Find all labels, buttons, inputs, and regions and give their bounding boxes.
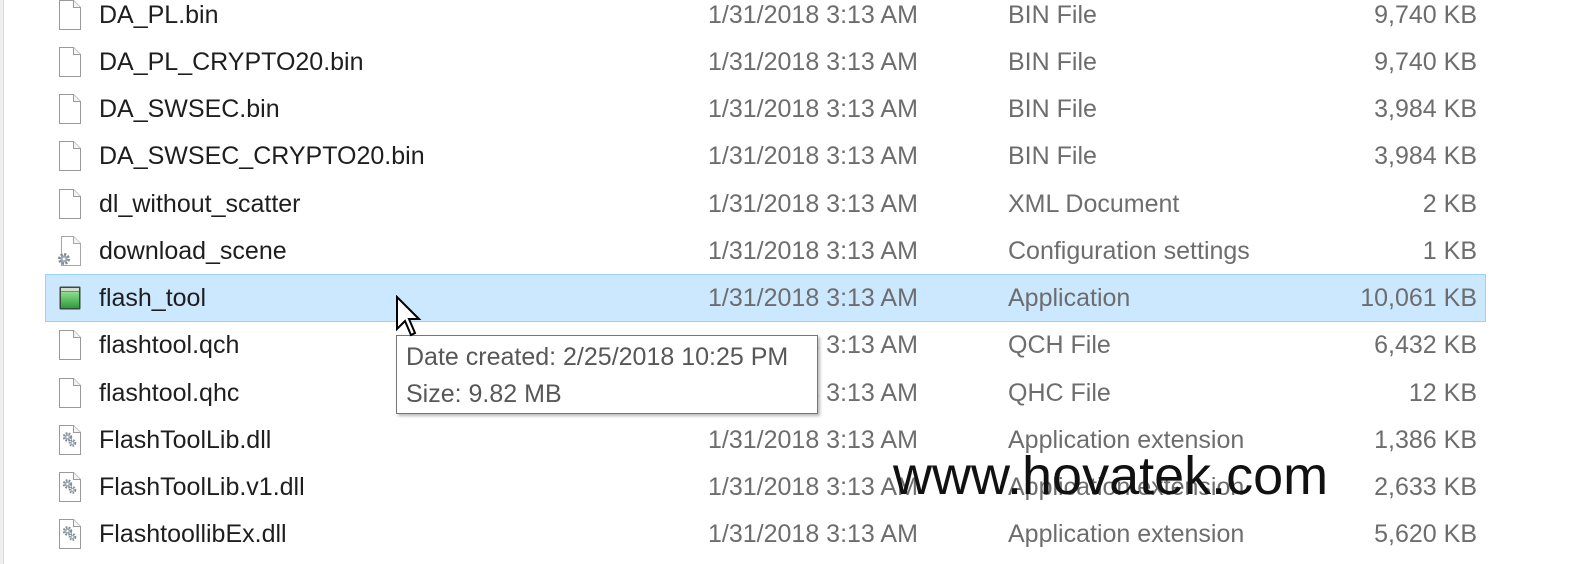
watermark: www.hovatek.com	[893, 446, 1329, 506]
dll-file-icon	[58, 472, 82, 502]
file-size: 3,984 KB	[1374, 142, 1477, 171]
file-type: BIN File	[1008, 142, 1097, 171]
file-name[interactable]: DA_PL_CRYPTO20.bin	[99, 39, 364, 85]
tooltip-date-created: Date created: 2/25/2018 10:25 PM	[406, 343, 789, 371]
file-size: 2,633 KB	[1374, 473, 1477, 501]
file-size: 6,432 KB	[1374, 331, 1477, 360]
file-row[interactable]: DA_SWSEC.bin 1/31/2018 3:13 AM BIN File …	[45, 85, 1486, 133]
file-date-modified: 1/31/2018 3:13 AM	[708, 425, 918, 454]
file-name[interactable]: dl_without_scatter	[99, 181, 301, 227]
file-icon	[58, 47, 82, 77]
file-info-tooltip: Date created: 2/25/2018 10:25 PM Size: 9…	[396, 335, 818, 414]
file-icon	[58, 94, 82, 124]
file-row-selected[interactable]: flash_tool 1/31/2018 3:13 AM Application…	[45, 274, 1486, 322]
file-row[interactable]: dl_without_scatter 1/31/2018 3:13 AM XML…	[45, 180, 1486, 228]
file-name[interactable]: DA_SWSEC.bin	[99, 86, 280, 132]
application-icon	[58, 283, 82, 313]
file-explorer-details-view: DA_PL.bin 1/31/2018 3:13 AM BIN File 9,7…	[0, 0, 1587, 564]
file-size: 3,984 KB	[1374, 95, 1477, 123]
file-name[interactable]: DA_PL.bin	[99, 1, 219, 38]
file-size: 1,386 KB	[1374, 425, 1477, 454]
file-icon	[58, 189, 82, 219]
file-date-modified: 1/31/2018 3:13 AM	[708, 47, 918, 76]
dll-file-icon	[58, 425, 82, 455]
file-type: Application	[1008, 284, 1131, 312]
file-icon	[58, 0, 82, 30]
file-size: 10,061 KB	[1360, 284, 1477, 312]
file-row[interactable]: DA_PL_CRYPTO20.bin 1/31/2018 3:13 AM BIN…	[45, 38, 1486, 86]
file-name[interactable]: flashtool.qch	[99, 322, 239, 368]
file-type: XML Document	[1008, 189, 1180, 218]
tooltip-size: Size: 9.82 MB	[406, 380, 562, 408]
file-type: QHC File	[1008, 378, 1111, 407]
file-date-modified: 1/31/2018 3:13 AM	[708, 236, 918, 265]
file-name[interactable]: FlashToolLib.v1.dll	[99, 464, 305, 510]
file-date-modified: 1/31/2018 3:13 AM	[708, 95, 918, 123]
file-size: 1 KB	[1422, 236, 1477, 265]
file-type: BIN File	[1008, 47, 1097, 76]
file-row[interactable]: FlashtoollibEx.dll 1/31/2018 3:13 AM App…	[45, 510, 1486, 558]
file-size: 9,740 KB	[1374, 47, 1477, 76]
file-list: DA_PL.bin 1/31/2018 3:13 AM BIN File 9,7…	[0, 0, 1587, 564]
file-type: BIN File	[1008, 1, 1097, 29]
file-row[interactable]: download_scene 1/31/2018 3:13 AM Configu…	[45, 227, 1486, 275]
settings-file-icon	[58, 236, 82, 266]
file-row[interactable]: DA_SWSEC_CRYPTO20.bin 1/31/2018 3:13 AM …	[45, 132, 1486, 180]
file-type: QCH File	[1008, 331, 1111, 360]
file-icon	[58, 378, 82, 408]
file-size: 2 KB	[1422, 189, 1477, 218]
file-size: 5,620 KB	[1374, 520, 1477, 549]
file-date-modified: 1/31/2018 3:13 AM	[708, 473, 918, 501]
file-date-modified: 1/31/2018 3:13 AM	[708, 142, 918, 171]
file-icon	[58, 141, 82, 171]
dll-file-icon	[58, 519, 82, 549]
mouse-pointer-icon	[396, 295, 422, 337]
file-name[interactable]: flashtool.qhc	[99, 370, 239, 416]
file-type: BIN File	[1008, 95, 1097, 123]
file-type: Application extension	[1008, 520, 1245, 549]
file-size: 12 KB	[1408, 378, 1477, 407]
file-date-modified: 1/31/2018 3:13 AM	[708, 520, 918, 549]
file-name[interactable]: FlashToolLib.dll	[99, 417, 271, 463]
file-type: Configuration settings	[1008, 236, 1250, 265]
file-name[interactable]: FlashtoollibEx.dll	[99, 511, 287, 557]
file-name[interactable]: download_scene	[99, 228, 287, 274]
file-name[interactable]: flash_tool	[99, 275, 206, 321]
file-date-modified: 1/31/2018 3:13 AM	[708, 189, 918, 218]
file-icon	[58, 330, 82, 360]
file-date-modified: 1/31/2018 3:13 AM	[708, 1, 918, 29]
file-row[interactable]: DA_PL.bin 1/31/2018 3:13 AM BIN File 9,7…	[45, 0, 1486, 39]
file-date-modified: 1/31/2018 3:13 AM	[708, 284, 918, 312]
file-size: 9,740 KB	[1374, 1, 1477, 29]
file-name[interactable]: DA_SWSEC_CRYPTO20.bin	[99, 133, 425, 179]
